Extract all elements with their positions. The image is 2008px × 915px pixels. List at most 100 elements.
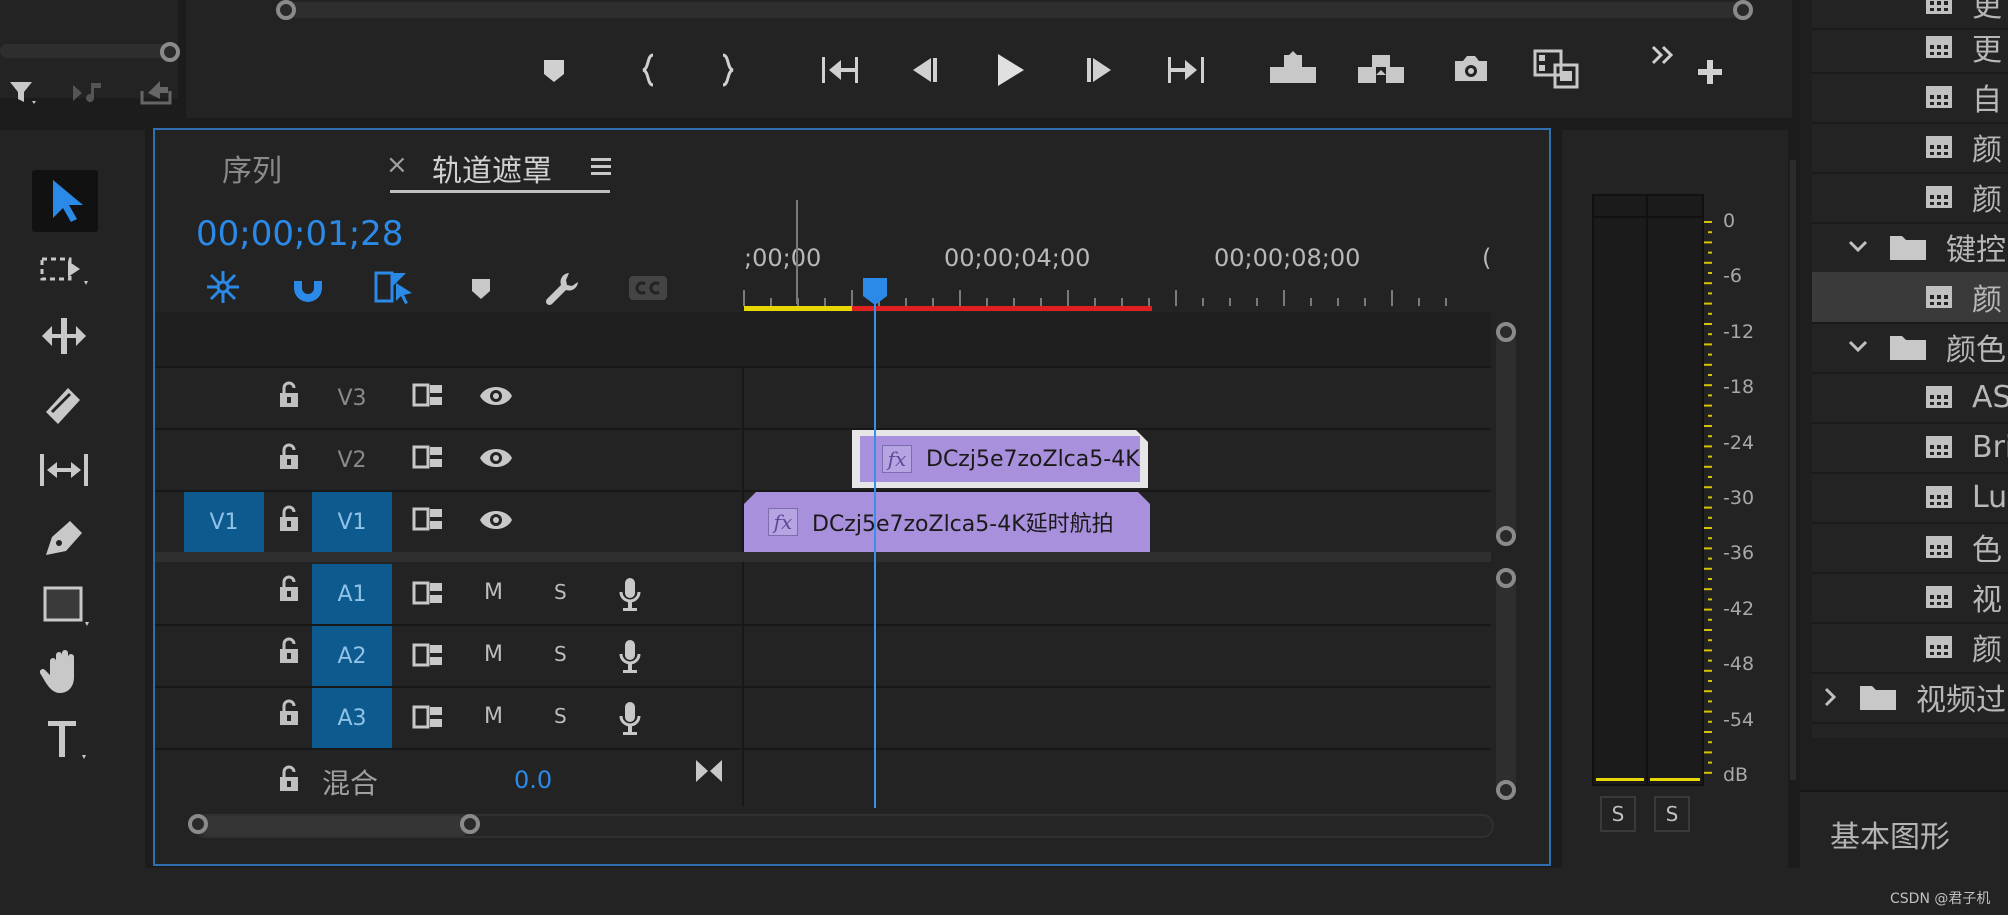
voiceover-mic-icon-a3[interactable]: [614, 698, 646, 738]
sync-lock-icon-a3[interactable]: [410, 702, 446, 732]
work-area-bar[interactable]: [744, 306, 852, 311]
tab-track-matte[interactable]: 轨道遮罩: [432, 146, 552, 190]
chevron-right-icon[interactable]: [1824, 687, 1838, 707]
go-to-in-icon[interactable]: [818, 52, 862, 88]
effects-list-item[interactable]: 颜色: [1812, 322, 2008, 374]
effects-list-item[interactable]: 颜: [1812, 122, 2008, 174]
timecode-display[interactable]: 00;00;01;28: [196, 214, 403, 254]
track-target-v1[interactable]: V1: [312, 492, 392, 552]
tab-sequence[interactable]: 序列: [222, 146, 282, 190]
monitor-scroll-right[interactable]: [1733, 0, 1753, 20]
step-forward-icon[interactable]: [1082, 52, 1118, 88]
track-target-a3[interactable]: A3: [312, 688, 392, 748]
track-target-a2[interactable]: A2: [312, 626, 392, 686]
mix-bowtie-icon[interactable]: [692, 756, 726, 786]
add-marker-icon[interactable]: [540, 54, 568, 86]
export-icon[interactable]: [136, 76, 176, 108]
camera-icon[interactable]: [1450, 52, 1492, 86]
eye-toggle-icon-v3[interactable]: [476, 382, 516, 410]
video-vscroll-bottom[interactable]: [1496, 526, 1516, 546]
lock-icon-v3[interactable]: [274, 378, 304, 412]
sync-lock-icon-v2[interactable]: [410, 442, 446, 472]
lock-icon-mix[interactable]: [274, 762, 304, 796]
snap-magnet-icon[interactable]: [288, 268, 328, 306]
lift-icon[interactable]: [1268, 50, 1318, 88]
linked-selection-icon[interactable]: [374, 268, 416, 306]
eye-toggle-icon-v1[interactable]: [476, 506, 516, 534]
source-patch-v1[interactable]: V1: [184, 492, 264, 552]
effects-list-item[interactable]: 颜: [1812, 172, 2008, 224]
panel-menu-icon[interactable]: [586, 152, 616, 180]
hand-tool-icon[interactable]: [38, 648, 90, 698]
more-chevrons-icon[interactable]: [1648, 40, 1678, 70]
effects-list-item[interactable]: Bri: [1812, 422, 2008, 474]
play-icon[interactable]: [992, 50, 1028, 90]
mute-button-a2[interactable]: M: [484, 642, 503, 667]
lock-icon-v2[interactable]: [274, 440, 304, 474]
sync-lock-icon-a2[interactable]: [410, 640, 446, 670]
effects-panel-scrollbar[interactable]: [1790, 160, 1796, 780]
track-target-v2[interactable]: V2: [312, 430, 392, 490]
voiceover-mic-icon-a2[interactable]: [614, 636, 646, 676]
type-tool-icon[interactable]: [40, 716, 90, 764]
mark-out-icon[interactable]: [712, 52, 742, 88]
mix-volume-value[interactable]: 0.0: [514, 766, 552, 794]
monitor-scroll-track[interactable]: [286, 2, 1746, 18]
track-select-tool-icon[interactable]: [36, 246, 92, 292]
effects-list-item[interactable]: Lur: [1812, 472, 2008, 524]
effects-list-item[interactable]: 视: [1812, 572, 2008, 624]
go-to-out-icon[interactable]: [1164, 52, 1208, 88]
clip-v2[interactable]: fx DCzj5e7zoZlca5-4K: [852, 430, 1148, 488]
lock-icon-v1[interactable]: [274, 502, 304, 536]
slip-tool-icon[interactable]: [36, 448, 92, 492]
chevron-down-icon[interactable]: [1848, 340, 1868, 354]
sync-lock-icon-a1[interactable]: [410, 578, 446, 608]
essential-graphics-tab[interactable]: 基本图形: [1800, 790, 2008, 870]
solo-button-a3[interactable]: S: [554, 704, 567, 728]
left-panel-scroll-track[interactable]: [0, 44, 170, 58]
add-marker-timeline-icon[interactable]: [466, 272, 496, 306]
compare-view-icon[interactable]: [1532, 48, 1582, 90]
lock-icon-a1[interactable]: [274, 572, 304, 606]
effects-list-item[interactable]: 键控: [1812, 222, 2008, 274]
filter-icon[interactable]: [6, 78, 40, 108]
mark-in-icon[interactable]: [634, 52, 664, 88]
nest-toggle-icon[interactable]: [202, 268, 244, 306]
effects-list-item[interactable]: ASC: [1812, 372, 2008, 424]
solo-button-a2[interactable]: S: [554, 642, 567, 666]
video-vscroll-top[interactable]: [1496, 322, 1516, 342]
hscroll-right-handle[interactable]: [460, 814, 480, 834]
wrench-settings-icon[interactable]: [542, 268, 584, 310]
lock-icon-a3[interactable]: [274, 696, 304, 730]
effects-list-item[interactable]: 色: [1812, 522, 2008, 574]
timeline-hscroll-thumb[interactable]: [198, 816, 470, 836]
eye-toggle-icon-v2[interactable]: [476, 444, 516, 472]
pen-tool-icon[interactable]: [38, 514, 90, 562]
sync-lock-icon-v3[interactable]: [410, 380, 446, 410]
audio-vscroll-top[interactable]: [1496, 568, 1516, 588]
playhead-handle[interactable]: [860, 276, 890, 306]
extract-icon[interactable]: [1356, 50, 1406, 88]
tab-close-button[interactable]: ×: [386, 150, 408, 180]
sync-lock-icon-v1[interactable]: [410, 504, 446, 534]
effects-list-item[interactable]: 颜: [1812, 272, 2008, 324]
mute-button-a1[interactable]: M: [484, 580, 503, 605]
solo-left-button[interactable]: S: [1600, 796, 1636, 832]
voiceover-mic-icon-a1[interactable]: [614, 574, 646, 614]
effects-list-item[interactable]: 视频过: [1812, 672, 2008, 724]
effects-list-item[interactable]: 自: [1812, 72, 2008, 124]
track-target-v3[interactable]: V3: [312, 368, 392, 428]
razor-tool-icon[interactable]: [38, 382, 86, 426]
hscroll-left-handle[interactable]: [188, 814, 208, 834]
step-back-icon[interactable]: [906, 52, 942, 88]
left-panel-scroll-handle[interactable]: [160, 42, 180, 62]
audio-vscroll-bottom[interactable]: [1496, 780, 1516, 800]
clip-v1[interactable]: fx DCzj5e7zoZlca5-4K延时航拍: [744, 492, 1150, 552]
track-target-a1[interactable]: A1: [312, 564, 392, 624]
mute-button-a3[interactable]: M: [484, 704, 503, 729]
solo-button-a1[interactable]: S: [554, 580, 567, 604]
video-vscroll-track[interactable]: [1496, 330, 1516, 542]
solo-right-button[interactable]: S: [1654, 796, 1690, 832]
rectangle-tool-icon[interactable]: [38, 582, 90, 630]
ripple-edit-tool-icon[interactable]: [36, 312, 92, 360]
